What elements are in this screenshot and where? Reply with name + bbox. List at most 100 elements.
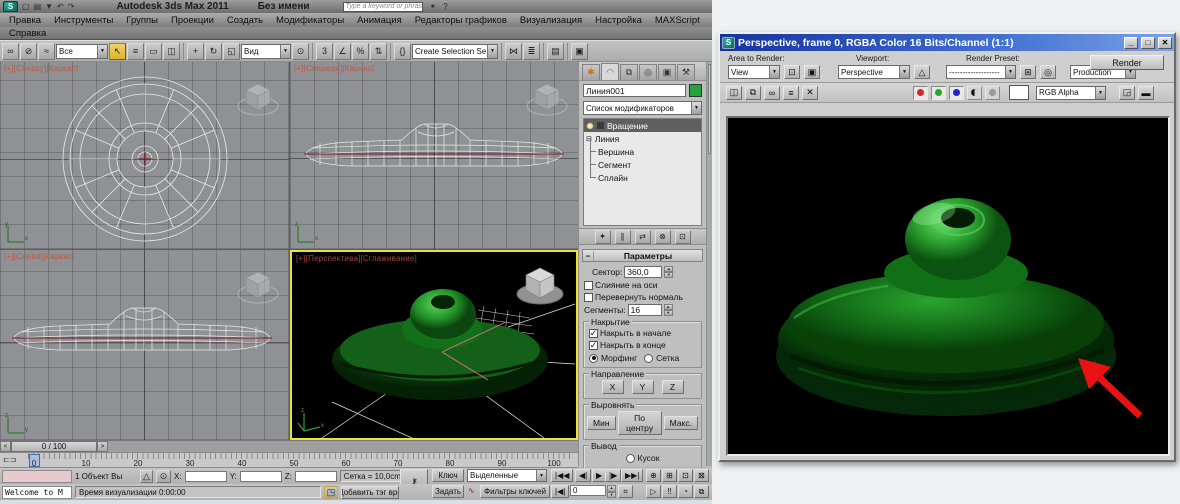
keyboard-override-button[interactable]: {} bbox=[394, 43, 411, 60]
pin-stack-button[interactable]: ✦ bbox=[595, 230, 611, 244]
monochrome-button[interactable]: ◐ bbox=[967, 86, 982, 100]
percent-snap-button[interactable]: % bbox=[352, 43, 369, 60]
select-and-rotate-button[interactable]: ↻ bbox=[205, 43, 222, 60]
current-frame-field[interactable]: 0 bbox=[570, 485, 606, 496]
cap-end-checkbox[interactable]: ✓ bbox=[589, 341, 598, 350]
new-scene-icon[interactable]: ▢ bbox=[21, 2, 31, 11]
show-end-result-button[interactable]: ∥ bbox=[615, 230, 631, 244]
stack-item-lathe[interactable]: Вращение bbox=[584, 119, 701, 132]
direction-x-button[interactable]: X bbox=[602, 380, 624, 394]
rollout-collapse-icon[interactable]: − bbox=[583, 251, 594, 261]
viewport-perspective-label[interactable]: [+][Перспектива][Сглаживание] bbox=[296, 254, 417, 263]
environment-icon[interactable]: ◎ bbox=[1040, 65, 1056, 79]
tab-create[interactable]: ✱ bbox=[582, 64, 600, 80]
maxscript-mini-listener[interactable]: Welcome to M bbox=[2, 486, 72, 499]
new-key-curve-icon[interactable]: ∿ bbox=[468, 486, 475, 495]
selection-filter-dropdown[interactable]: Все▼ bbox=[56, 44, 108, 59]
clear-image-icon[interactable]: ✕ bbox=[802, 86, 818, 100]
menu-modifiers[interactable]: Модификаторы bbox=[276, 15, 344, 26]
viewcube-icon[interactable] bbox=[514, 260, 566, 312]
green-channel-button[interactable] bbox=[931, 86, 946, 100]
patch-radio[interactable] bbox=[626, 454, 635, 463]
copy-image-icon[interactable]: ⧉ bbox=[745, 86, 761, 100]
go-to-end-button[interactable]: ▶▶| bbox=[621, 469, 643, 482]
modifier-onoff-bulb-icon[interactable] bbox=[586, 122, 594, 130]
macro-recorder-field[interactable] bbox=[2, 470, 72, 483]
previous-frame-button[interactable]: ◀| bbox=[575, 469, 591, 482]
graphite-modeling-button[interactable]: ▣ bbox=[571, 43, 588, 60]
tab-display[interactable]: ▣ bbox=[658, 64, 676, 80]
key-scope-dropdown[interactable]: Выделенные▼ bbox=[467, 469, 547, 482]
dropdown-arrow-icon[interactable]: ▼ bbox=[280, 45, 290, 58]
configure-modifier-sets-button[interactable]: ⊡ bbox=[675, 230, 691, 244]
menu-animation[interactable]: Анимация bbox=[357, 15, 402, 26]
render-preset-dropdown[interactable]: -------------------▼ bbox=[946, 65, 1016, 79]
menu-edit[interactable]: Правка bbox=[9, 15, 41, 26]
x-coordinate-field[interactable] bbox=[185, 471, 227, 482]
auto-region-icon[interactable]: ▣ bbox=[804, 65, 820, 79]
remove-modifier-button[interactable]: ⊗ bbox=[655, 230, 671, 244]
select-and-scale-button[interactable]: ◱ bbox=[223, 43, 240, 60]
cap-start-checkbox[interactable]: ✓ bbox=[589, 329, 598, 338]
channel-display-dropdown[interactable]: RGB Alpha▼ bbox=[1036, 86, 1106, 100]
infocenter-star-icon[interactable]: ✶ bbox=[430, 2, 437, 11]
rectangular-region-button[interactable]: ▭ bbox=[145, 43, 162, 60]
segments-value-field[interactable]: 16 bbox=[628, 304, 662, 316]
dropdown-arrow-icon[interactable]: ▼ bbox=[487, 45, 497, 58]
menu-maxscript[interactable]: MAXScript bbox=[655, 15, 700, 26]
redo-icon[interactable]: ↷ bbox=[67, 2, 76, 11]
unlink-selection-button[interactable]: ⊘ bbox=[20, 43, 37, 60]
segments-spinner[interactable]: ▲▼ bbox=[664, 304, 673, 316]
align-center-button[interactable]: По центру bbox=[618, 411, 662, 435]
dropdown-arrow-icon[interactable]: ▼ bbox=[691, 102, 701, 114]
viewport-front-label[interactable]: [+][Спереди][Каркас] bbox=[294, 64, 374, 73]
previous-key-button[interactable]: |◀| bbox=[551, 485, 569, 498]
app-logo-icon[interactable]: S bbox=[3, 1, 18, 12]
keyboard-shortcut-toggle[interactable]: ⌗ bbox=[618, 485, 633, 498]
dropdown-arrow-icon[interactable]: ▼ bbox=[97, 45, 107, 58]
viewcube-icon[interactable] bbox=[235, 76, 281, 122]
edit-region-icon[interactable]: ⊡ bbox=[784, 65, 800, 79]
menu-group[interactable]: Группы bbox=[126, 15, 158, 26]
time-configuration-button[interactable]: ◔ bbox=[678, 485, 693, 498]
rendered-image[interactable] bbox=[726, 116, 1170, 456]
print-image-icon[interactable]: ≡ bbox=[783, 86, 799, 100]
y-coordinate-field[interactable] bbox=[240, 471, 282, 482]
layer-a-icon[interactable]: ◲ bbox=[1119, 86, 1135, 100]
maximize-viewport-toggle[interactable]: ⧉ bbox=[694, 485, 709, 498]
angle-snap-button[interactable]: ∠ bbox=[334, 43, 351, 60]
viewport-left[interactable]: [+][Слева][Каркас] bbox=[0, 250, 289, 440]
use-pivot-center-button[interactable]: ⊙ bbox=[292, 43, 309, 60]
render-setup-icon[interactable]: ⊞ bbox=[1020, 65, 1036, 79]
dropdown-arrow-icon[interactable]: ▼ bbox=[899, 66, 909, 78]
render-window-titlebar[interactable]: S Perspective, frame 0, RGBA Color 16 Bi… bbox=[720, 34, 1174, 51]
object-color-swatch[interactable] bbox=[689, 84, 702, 97]
viewcube-icon[interactable] bbox=[524, 76, 570, 122]
select-object-button[interactable]: ↖ bbox=[109, 43, 126, 60]
menu-tools[interactable]: Инструменты bbox=[54, 15, 113, 26]
auto-key-button[interactable]: Ключ bbox=[432, 469, 464, 482]
selection-lock-icon[interactable]: △ bbox=[140, 470, 153, 483]
align-min-button[interactable]: Мин bbox=[587, 416, 616, 430]
tab-modify[interactable]: ◠ bbox=[601, 63, 619, 80]
select-by-name-button[interactable]: ≡ bbox=[127, 43, 144, 60]
mirror-button[interactable]: ⋈ bbox=[505, 43, 522, 60]
pan-button[interactable]: ‼ bbox=[662, 485, 677, 498]
sector-spinner[interactable]: ▲▼ bbox=[664, 266, 673, 278]
blue-channel-button[interactable] bbox=[949, 86, 964, 100]
dropdown-arrow-icon[interactable]: ▼ bbox=[1095, 87, 1105, 99]
key-filters-button[interactable]: Фильтры ключей bbox=[480, 485, 550, 498]
sector-value-field[interactable]: 360,0 bbox=[624, 266, 662, 278]
menu-views[interactable]: Проекции bbox=[171, 15, 214, 26]
object-name-field[interactable]: Линия001 bbox=[583, 84, 686, 97]
bind-to-spacewarp-button[interactable]: ≈ bbox=[38, 43, 55, 60]
stack-subitem-vertex[interactable]: Вершина bbox=[584, 145, 701, 158]
viewport-lock-icon[interactable]: △ bbox=[914, 65, 930, 79]
viewport-top-label[interactable]: [+][Сверху][Каркас] bbox=[4, 64, 78, 73]
frame-spinner[interactable]: ▲▼ bbox=[607, 485, 616, 498]
viewport-perspective[interactable]: [+][Перспектива][Сглаживание] bbox=[290, 250, 578, 440]
morph-radio[interactable] bbox=[589, 354, 598, 363]
menu-create[interactable]: Создать bbox=[227, 15, 263, 26]
track-bar-ruler[interactable]: ⊏⊐ 0 10 20 30 40 50 60 70 80 90 100 bbox=[0, 452, 578, 468]
grid-radio[interactable] bbox=[644, 354, 653, 363]
